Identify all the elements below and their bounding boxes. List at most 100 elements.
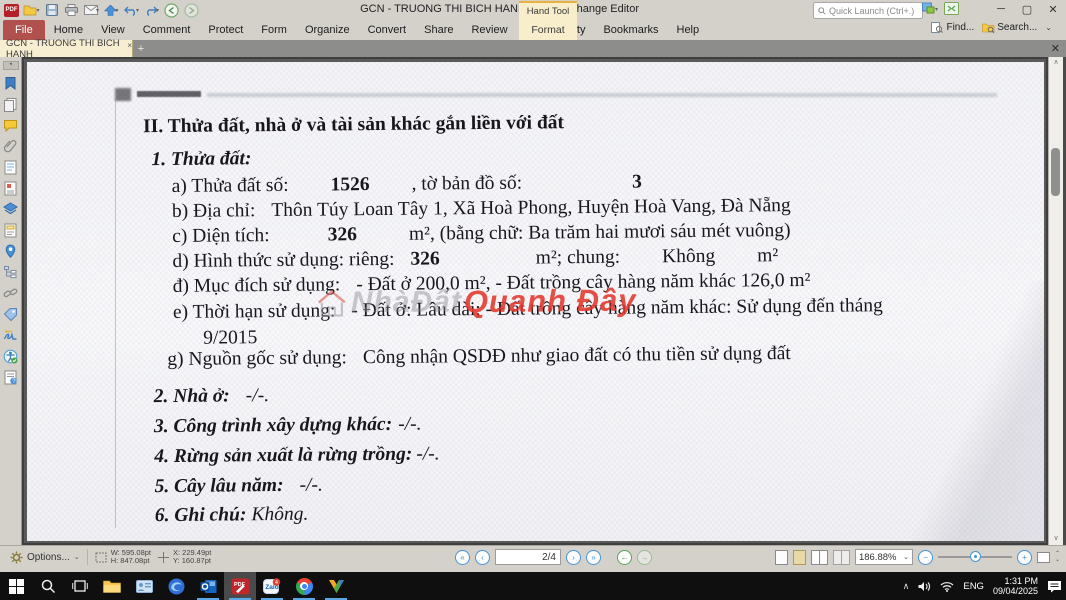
- print-icon[interactable]: [63, 3, 80, 18]
- zalo-icon[interactable]: Zalo4: [256, 572, 288, 600]
- taskbar-search-icon[interactable]: [32, 572, 64, 600]
- line-c: c) Diện tích:326m², (bằng chữ: Ba trăm h…: [172, 220, 791, 248]
- edge-browser-icon[interactable]: [160, 572, 192, 600]
- session-icon[interactable]: [944, 2, 959, 15]
- panel-icon-bar: ◂ ?: [0, 57, 22, 545]
- people-app-icon[interactable]: [128, 572, 160, 600]
- save-icon[interactable]: [43, 3, 60, 18]
- thumbnails-panel-icon[interactable]: [3, 97, 18, 112]
- hidden-icons-chevron[interactable]: ∧: [903, 581, 910, 592]
- zoom-level-select[interactable]: 186.88%⌄: [855, 549, 913, 565]
- ribbon-tab-help[interactable]: Help: [668, 20, 709, 40]
- maximize-button[interactable]: ▢: [1014, 0, 1040, 18]
- pdf-xchange-taskbar-icon[interactable]: PDF: [224, 572, 256, 600]
- layers-panel-icon[interactable]: [3, 202, 18, 217]
- ribbon-tab-format[interactable]: Format: [519, 24, 577, 36]
- two-page-layout-icon[interactable]: [811, 550, 828, 565]
- outlook-icon[interactable]: [192, 572, 224, 600]
- open-file-icon[interactable]: ▾: [23, 3, 40, 18]
- scroll-down-icon[interactable]: ∨: [1053, 533, 1058, 545]
- page-number-input[interactable]: 2/4: [495, 549, 561, 565]
- next-view-button[interactable]: →: [637, 550, 652, 565]
- section-3: 3. Công trình xây dựng khác:-/-.: [154, 414, 422, 439]
- notification-center-icon[interactable]: [1047, 580, 1062, 593]
- history-forward-icon[interactable]: [183, 3, 200, 18]
- section-heading: II. Thửa đất, nhà ở và tài sản khác gắn …: [143, 112, 564, 138]
- options-button[interactable]: Options... ⌄: [10, 551, 80, 564]
- watermark: NhàĐất Quanh Đây: [315, 283, 637, 322]
- chrome-icon[interactable]: [288, 572, 320, 600]
- zoom-slider-knob[interactable]: [970, 551, 981, 562]
- prev-view-button[interactable]: ←: [617, 550, 632, 565]
- single-page-layout-icon[interactable]: [775, 550, 788, 565]
- clock[interactable]: 1:31 PM 09/04/2025: [993, 576, 1038, 596]
- named-destinations-panel-icon[interactable]: [3, 244, 18, 259]
- find-icon: [931, 22, 943, 33]
- minimize-button[interactable]: ─: [988, 0, 1014, 18]
- zoom-out-button[interactable]: −: [918, 550, 933, 565]
- panel-collapse-handle[interactable]: ◂: [3, 61, 19, 70]
- scrollbar-thumb[interactable]: [1051, 148, 1060, 196]
- language-indicator[interactable]: ENG: [963, 581, 984, 592]
- tabstrip-close-icon[interactable]: ✕: [1051, 42, 1060, 55]
- links-panel-icon[interactable]: [3, 286, 18, 301]
- prev-page-button[interactable]: ‹: [475, 550, 490, 565]
- chevron-down-icon[interactable]: ⌄: [1045, 23, 1052, 32]
- attachments-panel-icon[interactable]: [3, 139, 18, 154]
- scroll-up-icon[interactable]: ∧: [1053, 57, 1058, 69]
- document-pane[interactable]: II. Thửa đất, nhà ở và tài sản khác gắn …: [22, 57, 1048, 545]
- fields-panel-icon[interactable]: [3, 223, 18, 238]
- ribbon-tab-bookmarks[interactable]: Bookmarks: [594, 20, 667, 40]
- structure-panel-icon[interactable]: [3, 265, 18, 280]
- two-page-continuous-layout-icon[interactable]: [833, 550, 850, 565]
- last-page-button[interactable]: »: [586, 550, 601, 565]
- tab-close-icon[interactable]: ×: [127, 41, 132, 50]
- volume-icon[interactable]: [918, 581, 931, 592]
- ribbon-tab-comment[interactable]: Comment: [134, 20, 200, 40]
- wifi-icon[interactable]: [940, 581, 954, 592]
- view-options-icon[interactable]: ▾: [922, 2, 938, 15]
- share-icon[interactable]: ▾: [103, 3, 120, 18]
- new-tab-button[interactable]: +: [133, 40, 149, 57]
- continuous-layout-icon[interactable]: [793, 550, 806, 565]
- ribbon-tab-form[interactable]: Form: [252, 20, 296, 40]
- quick-launch-input[interactable]: Quick Launch (Ctrl+.): [813, 2, 923, 19]
- v-app-icon[interactable]: [320, 572, 352, 600]
- content-panel-icon[interactable]: [3, 181, 18, 196]
- close-button[interactable]: ✕: [1040, 0, 1066, 18]
- comments-panel-icon[interactable]: [3, 118, 18, 133]
- redo-icon[interactable]: ▾: [143, 3, 160, 18]
- line-b: b) Địa chỉ:Thôn Túy Loan Tây 1, Xã Hoà P…: [172, 195, 791, 223]
- tags-panel-icon[interactable]: [3, 307, 18, 322]
- find-button[interactable]: Find...: [931, 22, 974, 33]
- zoom-slider[interactable]: [938, 556, 1012, 558]
- vertical-scrollbar[interactable]: ∧ ∨: [1048, 57, 1063, 545]
- accessibility-panel-icon[interactable]: [3, 349, 18, 364]
- ribbon-tab-protect[interactable]: Protect: [199, 20, 252, 40]
- bookmarks-panel-icon[interactable]: [3, 76, 18, 91]
- file-explorer-icon[interactable]: [96, 572, 128, 600]
- first-page-button[interactable]: «: [455, 550, 470, 565]
- destinations-panel-icon[interactable]: [3, 160, 18, 175]
- signatures-panel-icon[interactable]: [3, 328, 18, 343]
- section-6: 6. Ghi chú:Không.: [155, 504, 309, 527]
- statusbar-expand-icon[interactable]: ⌃⌄: [1055, 551, 1060, 563]
- watermark-gray-text: NhàĐất: [351, 285, 462, 320]
- email-icon[interactable]: ▾: [83, 3, 100, 18]
- watermark-house-icon: [315, 288, 349, 318]
- ribbon-tab-review[interactable]: Review: [462, 20, 516, 40]
- start-button[interactable]: [0, 572, 32, 600]
- ribbon-tab-organize[interactable]: Organize: [296, 20, 359, 40]
- next-page-button[interactable]: ›: [566, 550, 581, 565]
- line-e-cont: 9/2015: [203, 327, 257, 350]
- history-back-icon[interactable]: [163, 3, 180, 18]
- fit-page-icon[interactable]: [1037, 552, 1050, 563]
- undo-icon[interactable]: ▾: [123, 3, 140, 18]
- search-button[interactable]: Search...: [982, 22, 1037, 33]
- ribbon-tab-convert[interactable]: Convert: [359, 20, 416, 40]
- zoom-in-button[interactable]: +: [1017, 550, 1032, 565]
- task-view-icon[interactable]: [64, 572, 96, 600]
- document-tab-active[interactable]: GCN - TRUONG THI BICH HANH ×: [0, 40, 133, 57]
- ribbon-tab-share[interactable]: Share: [415, 20, 462, 40]
- properties-panel-icon[interactable]: ?: [3, 370, 18, 385]
